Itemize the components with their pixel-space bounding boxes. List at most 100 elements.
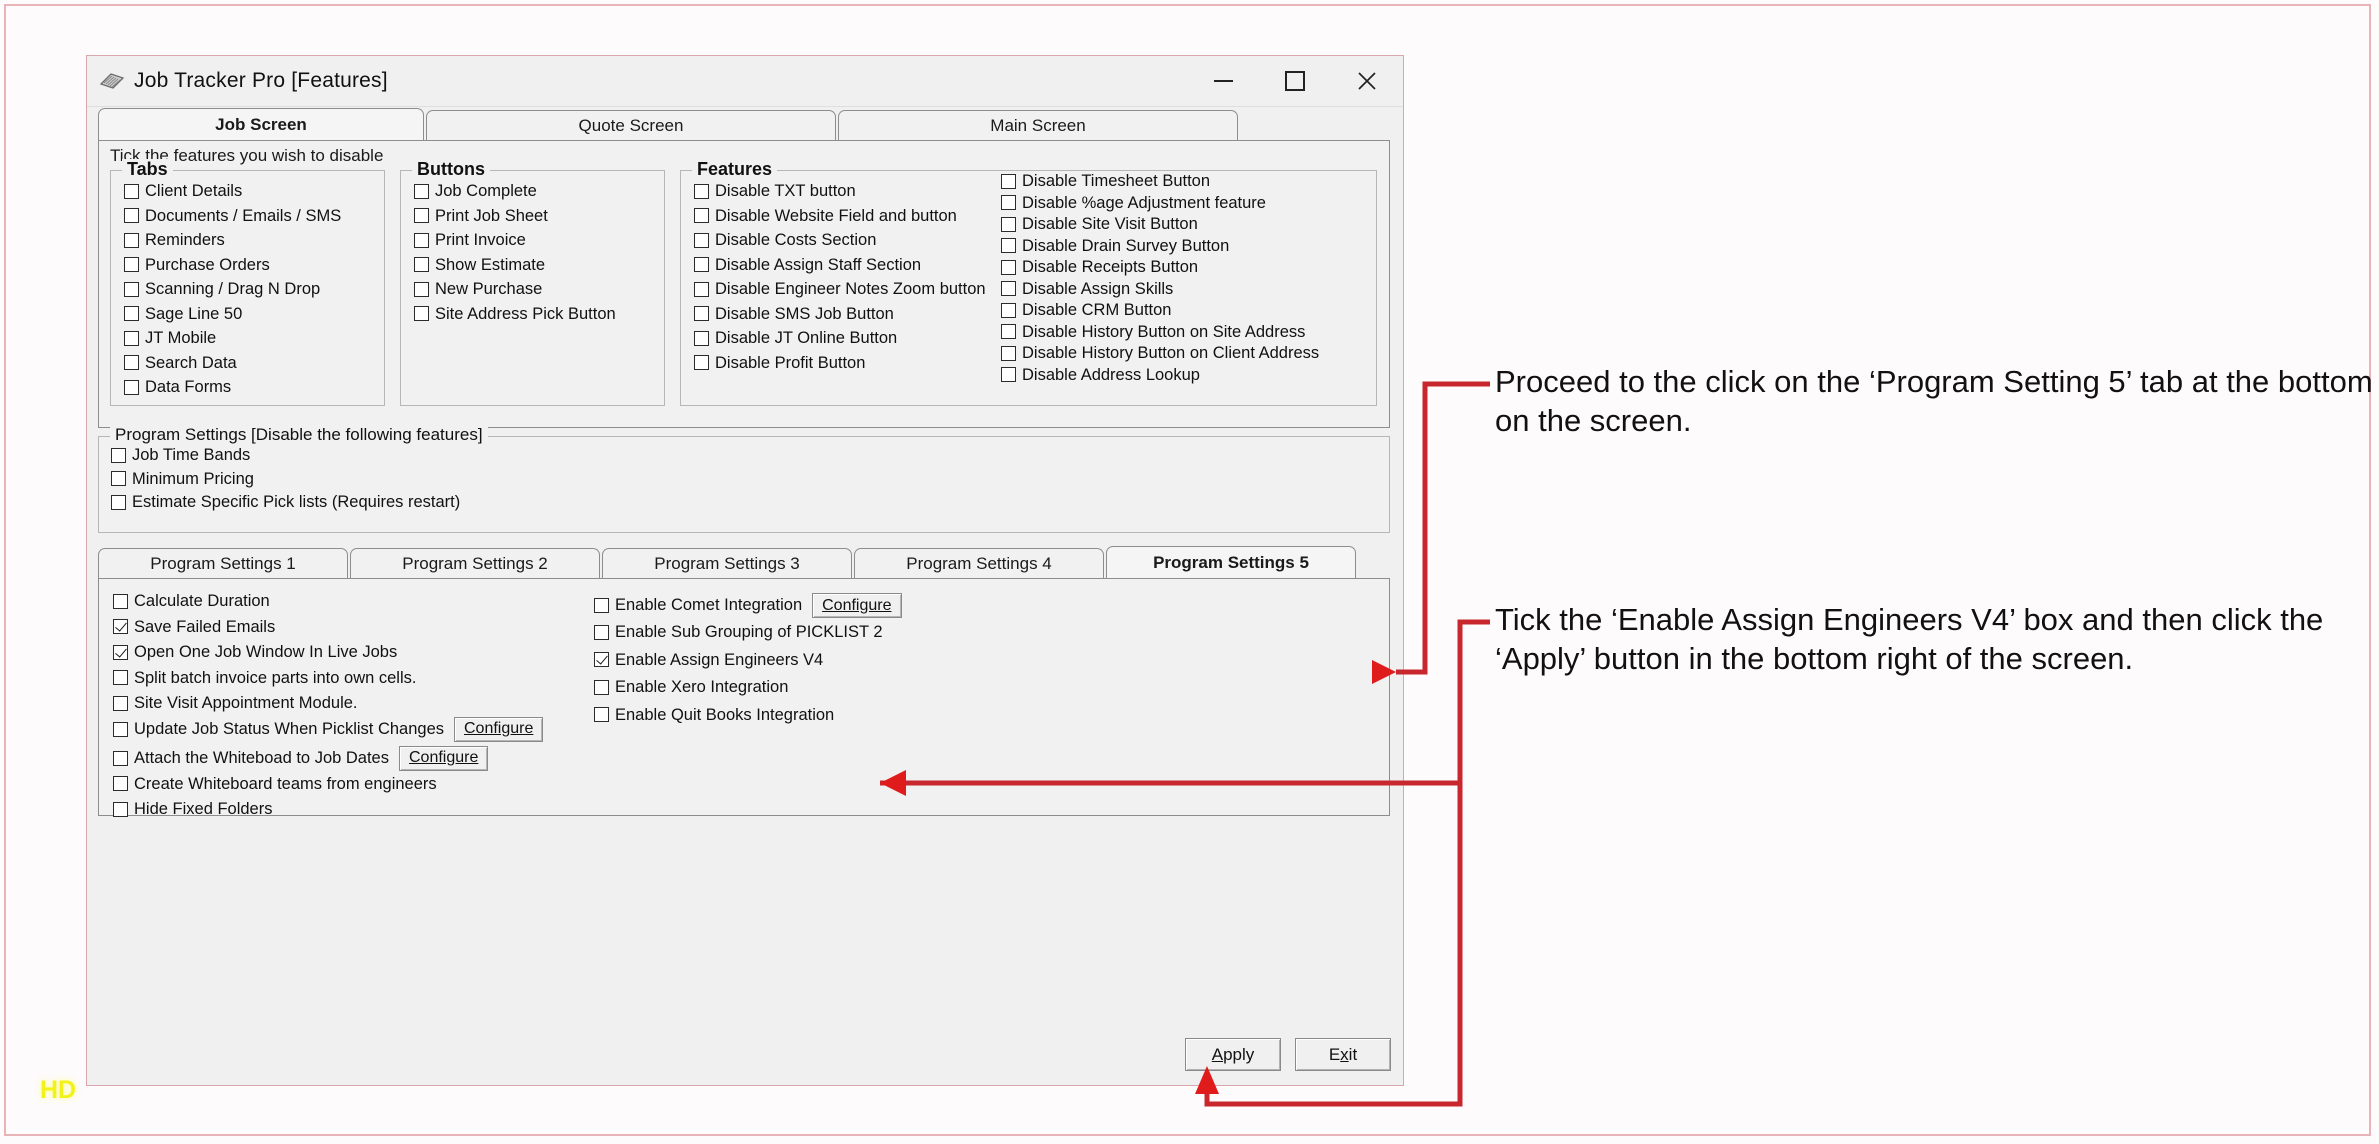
checkbox-new-purchase[interactable]: [414, 281, 429, 297]
checkbox-row[interactable]: Disable Site Visit Button: [1001, 216, 1319, 233]
checkbox-disable-receipts-button[interactable]: [1001, 259, 1016, 275]
checkbox-enable-assign-engineers-v4[interactable]: [594, 652, 609, 668]
checkbox-row[interactable]: Disable Drain Survey Button: [1001, 237, 1319, 255]
checkbox-disable-timesheet-button[interactable]: [1001, 173, 1016, 189]
checkbox-row[interactable]: Save Failed Emails: [113, 618, 543, 636]
checkbox-disable-profit-button[interactable]: [694, 355, 709, 371]
tab-program-settings-5[interactable]: Program Settings 5: [1106, 546, 1356, 579]
tab-main-screen[interactable]: Main Screen: [838, 110, 1238, 141]
checkbox-enable-quit-books-integration[interactable]: [594, 707, 609, 723]
exit-button[interactable]: Exit: [1295, 1038, 1391, 1071]
checkbox-attach-whiteboard-to-job-dates[interactable]: [113, 750, 128, 766]
checkbox-row[interactable]: Show Estimate: [414, 256, 616, 274]
checkbox-row[interactable]: Enable Quit Books Integration: [594, 706, 902, 724]
tab-program-settings-1[interactable]: Program Settings 1: [98, 548, 348, 579]
checkbox-hide-fixed-folders[interactable]: [113, 801, 128, 817]
checkbox-disable-engineer-notes-zoom-button[interactable]: [694, 281, 709, 297]
checkbox-sage-line-50[interactable]: [124, 306, 139, 322]
checkbox-purchase-orders[interactable]: [124, 257, 139, 273]
checkbox-row[interactable]: Purchase Orders: [124, 256, 341, 274]
checkbox-documents-emails-sms[interactable]: [124, 208, 139, 224]
checkbox-disable-assign-staff-section[interactable]: [694, 257, 709, 273]
checkbox-job-time-bands[interactable]: [111, 447, 126, 463]
checkbox-row[interactable]: Disable Address Lookup: [1001, 366, 1319, 384]
apply-button[interactable]: Apply: [1185, 1038, 1281, 1071]
checkbox-create-whiteboard-teams-from-engineers[interactable]: [113, 776, 128, 792]
checkbox-disable-history-button-on-client-address[interactable]: [1001, 345, 1016, 361]
checkbox-enable-sub-grouping-picklist-2[interactable]: [594, 624, 609, 640]
checkbox-data-forms[interactable]: [124, 379, 139, 395]
checkbox-print-invoice[interactable]: [414, 232, 429, 248]
checkbox-minimum-pricing[interactable]: [111, 471, 126, 487]
checkbox-job-complete[interactable]: [414, 183, 429, 199]
checkbox-print-job-sheet[interactable]: [414, 208, 429, 224]
checkbox-row[interactable]: Disable CRM Button: [1001, 302, 1319, 319]
checkbox-disable-costs-section[interactable]: [694, 232, 709, 248]
checkbox-row[interactable]: Estimate Specific Pick lists (Requires r…: [111, 494, 460, 511]
checkbox-row[interactable]: Disable TXT button: [694, 183, 986, 200]
checkbox-jt-mobile[interactable]: [124, 330, 139, 346]
checkbox-row[interactable]: Scanning / Drag N Drop: [124, 281, 341, 298]
checkbox-row[interactable]: Reminders: [124, 232, 341, 249]
checkbox-row[interactable]: Disable JT Online Button: [694, 330, 986, 347]
checkbox-row[interactable]: Enable Comet Integration Configure: [594, 593, 902, 618]
tab-quote-screen[interactable]: Quote Screen: [426, 110, 836, 141]
checkbox-row[interactable]: Disable History Button on Site Address: [1001, 323, 1319, 341]
checkbox-calculate-duration[interactable]: [113, 593, 128, 609]
checkbox-site-visit-appointment-module[interactable]: [113, 695, 128, 711]
tab-program-settings-4[interactable]: Program Settings 4: [854, 548, 1104, 579]
checkbox-row[interactable]: Disable Profit Button: [694, 354, 986, 372]
checkbox-row[interactable]: Print Job Sheet: [414, 207, 616, 225]
checkbox-row[interactable]: Minimum Pricing: [111, 470, 460, 488]
checkbox-row[interactable]: Disable Assign Staff Section: [694, 256, 986, 274]
checkbox-row[interactable]: Job Time Bands: [111, 447, 460, 464]
checkbox-disable-jt-online-button[interactable]: [694, 330, 709, 346]
checkbox-row[interactable]: Attach the Whiteboad to Job Dates Config…: [113, 745, 543, 771]
tab-program-settings-3[interactable]: Program Settings 3: [602, 548, 852, 579]
checkbox-disable-site-visit-button[interactable]: [1001, 216, 1016, 232]
checkbox-row[interactable]: Update Job Status When Picklist Changes …: [113, 716, 544, 742]
checkbox-row[interactable]: Enable Xero Integration: [594, 679, 902, 696]
checkbox-update-job-status-when-picklist-changes[interactable]: [113, 721, 128, 737]
checkbox-disable-address-lookup[interactable]: [1001, 367, 1016, 383]
checkbox-split-batch-invoice-parts[interactable]: [113, 670, 128, 686]
checkbox-row[interactable]: Enable Assign Engineers V4: [594, 651, 902, 669]
checkbox-enable-comet-integration[interactable]: [594, 598, 609, 613]
checkbox-row[interactable]: Documents / Emails / SMS: [124, 207, 341, 225]
checkbox-row[interactable]: Job Complete: [414, 183, 616, 200]
checkbox-row[interactable]: Disable Receipts Button: [1001, 259, 1319, 276]
checkbox-save-failed-emails[interactable]: [113, 619, 128, 635]
checkbox-disable-website-field-and-button[interactable]: [694, 208, 709, 224]
checkbox-row[interactable]: Disable Assign Skills: [1001, 280, 1319, 298]
checkbox-disable-crm-button[interactable]: [1001, 302, 1016, 318]
checkbox-row[interactable]: Hide Fixed Folders: [113, 801, 543, 818]
configure-button-whiteboard[interactable]: Configure: [399, 745, 489, 771]
checkbox-row[interactable]: Create Whiteboard teams from engineers: [113, 775, 543, 793]
checkbox-row[interactable]: Open One Job Window In Live Jobs: [113, 644, 543, 661]
checkbox-row[interactable]: Disable Website Field and button: [694, 207, 986, 225]
checkbox-row[interactable]: Disable Timesheet Button: [1001, 173, 1319, 190]
checkbox-row[interactable]: Print Invoice: [414, 232, 616, 249]
checkbox-row[interactable]: Disable Engineer Notes Zoom button: [694, 281, 986, 298]
checkbox-row[interactable]: Search Data: [124, 354, 341, 372]
minimize-icon[interactable]: [1187, 56, 1259, 106]
checkbox-search-data[interactable]: [124, 355, 139, 371]
checkbox-row[interactable]: Split batch invoice parts into own cells…: [113, 669, 543, 687]
checkbox-row[interactable]: JT Mobile: [124, 330, 341, 347]
checkbox-disable-sms-job-button[interactable]: [694, 306, 709, 322]
maximize-icon[interactable]: [1259, 56, 1331, 106]
checkbox-open-one-job-window-in-live-jobs[interactable]: [113, 644, 128, 660]
checkbox-disable-assign-skills[interactable]: [1001, 281, 1016, 297]
checkbox-row[interactable]: Disable Costs Section: [694, 232, 986, 249]
checkbox-row[interactable]: Client Details: [124, 183, 341, 200]
checkbox-row[interactable]: Disable History Button on Client Address: [1001, 345, 1319, 362]
checkbox-disable-percentage-adjustment-feature[interactable]: [1001, 195, 1016, 211]
checkbox-disable-history-button-on-site-address[interactable]: [1001, 324, 1016, 340]
checkbox-disable-txt-button[interactable]: [694, 183, 709, 199]
checkbox-disable-drain-survey-button[interactable]: [1001, 238, 1016, 254]
checkbox-row[interactable]: Sage Line 50: [124, 305, 341, 323]
checkbox-row[interactable]: Data Forms: [124, 379, 341, 396]
close-icon[interactable]: [1331, 56, 1403, 106]
checkbox-row[interactable]: Disable SMS Job Button: [694, 305, 986, 323]
checkbox-row[interactable]: New Purchase: [414, 281, 616, 298]
